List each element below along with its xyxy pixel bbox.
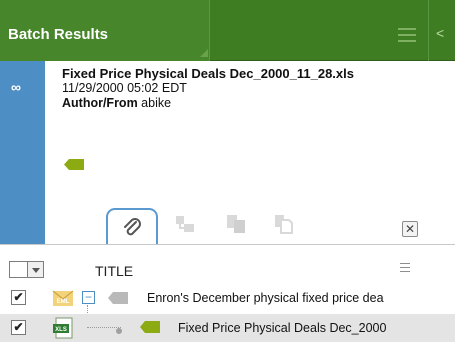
resize-corner-icon (200, 49, 208, 57)
author-label: Author/From (62, 96, 138, 110)
excel-file-icon: XLS (53, 317, 73, 339)
near-duplicates-icon[interactable] (272, 213, 294, 235)
tree-line (87, 327, 121, 328)
row-checkbox[interactable]: ✔ (11, 320, 26, 335)
table-row[interactable]: ✔ EML − Enron's December physical fixed … (0, 285, 455, 327)
tag-icon[interactable] (108, 292, 128, 304)
select-dropdown-icon[interactable] (28, 261, 44, 278)
row-title: Enron's December physical fixed price de… (147, 291, 384, 305)
email-file-icon: EML (52, 290, 74, 306)
header-tab[interactable]: Batch Results (0, 0, 210, 61)
results-list-header: TITLE (0, 244, 455, 280)
expand-collapse-button[interactable]: − (82, 291, 95, 304)
title-column-header[interactable]: TITLE (95, 263, 133, 279)
tree-node-dot (116, 328, 122, 334)
list-footer (0, 342, 455, 364)
hamburger-menu-icon[interactable] (398, 28, 416, 42)
row-title: Fixed Price Physical Deals Dec_2000 (178, 321, 387, 335)
panel-header: Batch Results < (0, 0, 455, 61)
eml-label: EML (57, 299, 70, 305)
document-detail: ∞ Fixed Price Physical Deals Dec_2000_11… (0, 61, 455, 246)
close-detail-button[interactable]: ✕ (402, 221, 418, 237)
tag-icon[interactable] (64, 159, 84, 170)
panel-title: Batch Results (8, 26, 109, 43)
detail-date: 11/29/2000 05:02 EDT (62, 81, 187, 95)
batch-results-panel: Batch Results < ∞ Fixed Price Physical D… (0, 0, 455, 364)
select-all-checkbox[interactable] (9, 261, 28, 278)
header-divider (428, 0, 429, 61)
table-row[interactable]: ✔ XLS Fixed Price Physical Deals Dec_200… (0, 314, 455, 342)
link-icon[interactable]: ∞ (11, 79, 21, 95)
paperclip-icon (124, 218, 141, 236)
detail-file-name: Fixed Price Physical Deals Dec_2000_11_2… (62, 66, 354, 81)
attachments-tab[interactable] (106, 208, 158, 246)
tag-icon[interactable] (140, 321, 160, 333)
duplicates-icon[interactable] (225, 213, 247, 235)
xls-label: XLS (55, 327, 67, 333)
link-stripe: ∞ (0, 61, 45, 244)
detail-author: Author/From abike (62, 96, 171, 110)
collapse-left-icon[interactable]: < (436, 25, 444, 41)
column-menu-icon[interactable] (400, 263, 410, 275)
author-value: abike (141, 96, 172, 110)
row-checkbox[interactable]: ✔ (11, 290, 26, 305)
threads-icon[interactable] (174, 213, 196, 235)
